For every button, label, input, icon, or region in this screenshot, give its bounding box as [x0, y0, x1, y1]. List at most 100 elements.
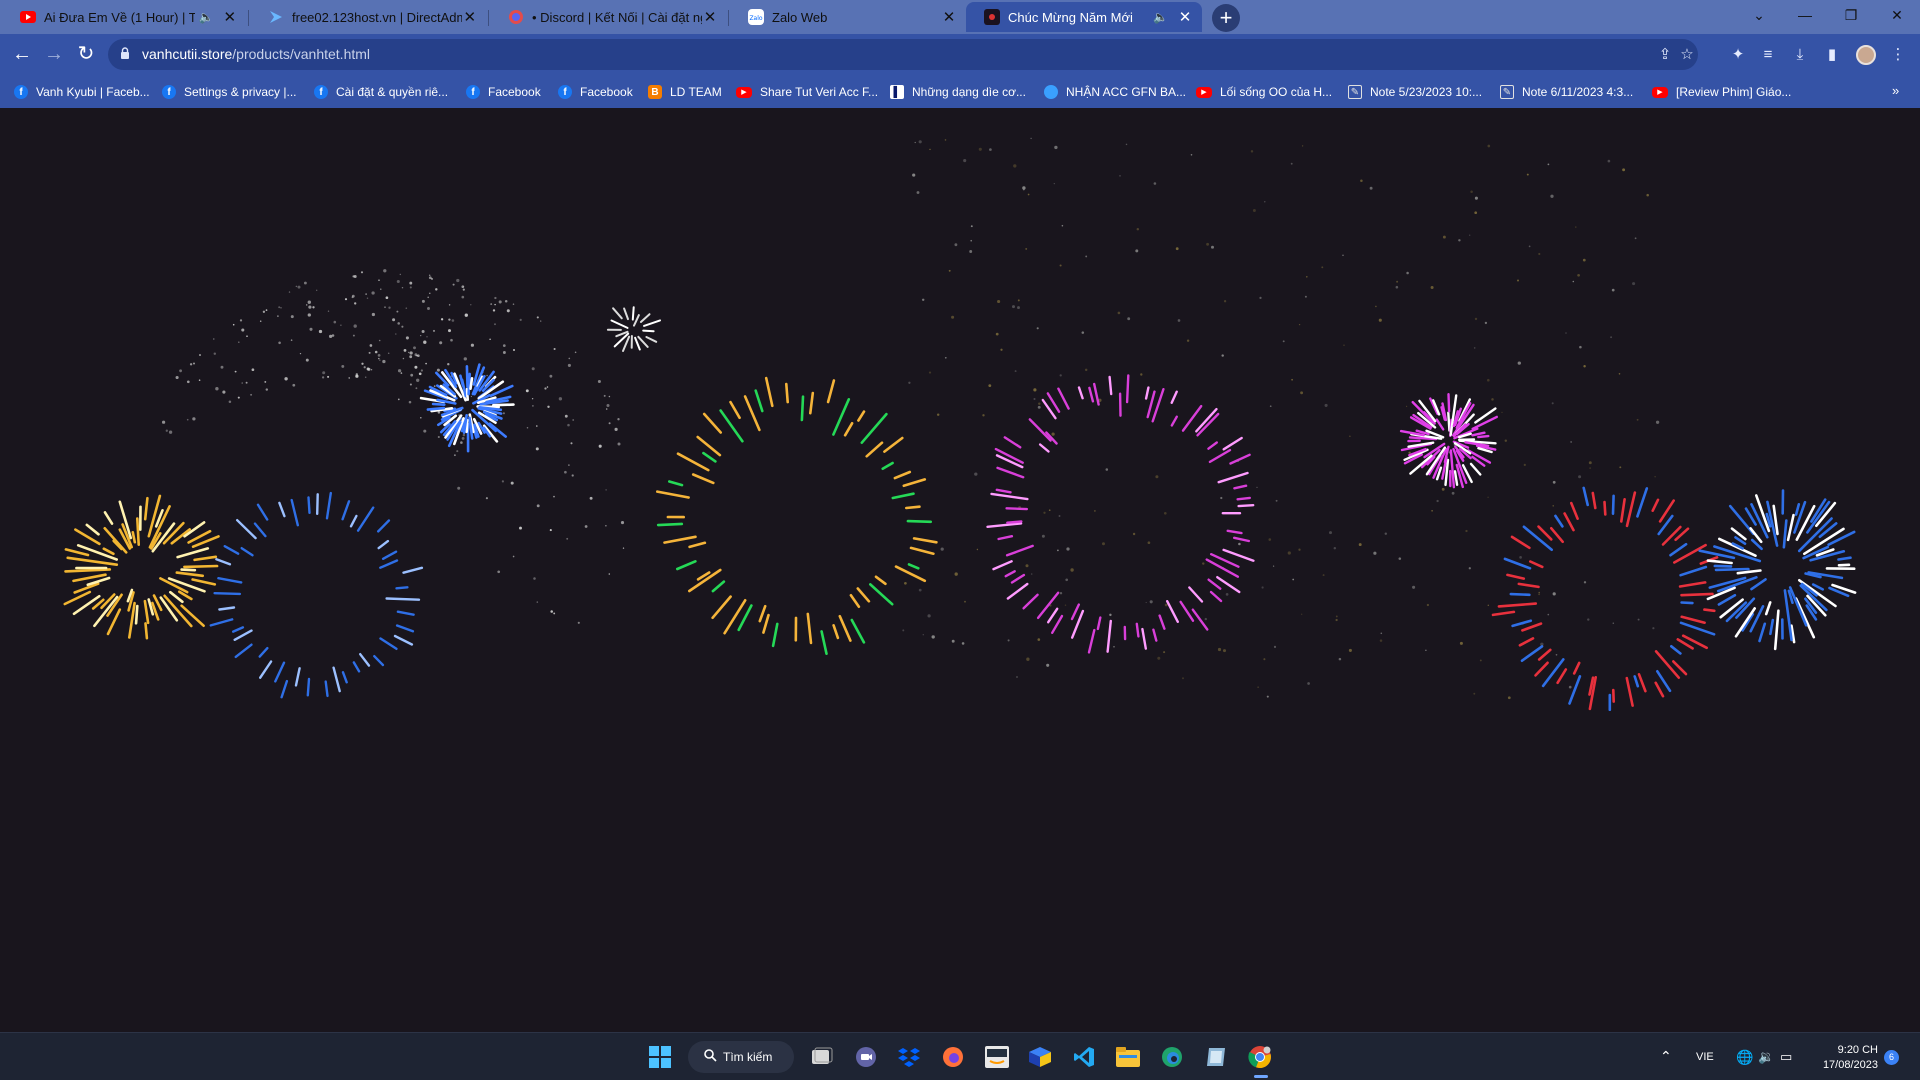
firework-spark [1088, 386, 1095, 403]
firework-spark [234, 643, 253, 659]
firefox-icon[interactable] [937, 1041, 969, 1073]
bookmark-item[interactable]: f Facebook [558, 83, 633, 101]
bookmark-item[interactable]: ✎ Note 5/23/2023 10:... [1348, 83, 1482, 101]
bookmark-item[interactable]: ▌ Những dạng dìe cơ... [890, 83, 1026, 101]
dust-particle [413, 346, 416, 350]
facebook-icon: f [14, 85, 28, 99]
dust-particle [547, 405, 550, 409]
tab-title: • Discord | Kết Nối | Cài đặt ngườ [532, 9, 702, 25]
close-icon[interactable]: ✕ [940, 8, 958, 26]
tab-chuc-mung-nam-moi[interactable]: Chúc Mừng Năm Mới 🔈 ✕ [966, 2, 1202, 32]
close-window-icon[interactable]: ✕ [1874, 0, 1920, 30]
notes-app-icon[interactable] [1200, 1041, 1232, 1073]
bookmark-item[interactable]: NHẬN ACC GFN BA... [1044, 83, 1186, 101]
bookmark-item[interactable]: ▶ Lối sống OO của H... [1196, 83, 1332, 101]
tab-youtube-music[interactable]: Ai Đưa Em Về (1 Hour) | Tim 🔈 ✕ [2, 2, 246, 32]
dust-particle [370, 369, 373, 371]
restore-icon[interactable]: ❐ [1828, 0, 1874, 30]
dust-particle [922, 633, 925, 636]
fireworks-canvas[interactable] [0, 108, 1920, 1032]
dust-particle [558, 397, 563, 401]
dust-particle [198, 379, 201, 382]
bookmark-label: NHẬN ACC GFN BA... [1066, 85, 1187, 99]
close-icon[interactable]: ✕ [1176, 8, 1194, 26]
dust-particle [1282, 340, 1285, 343]
firework-spark [1077, 386, 1084, 400]
dust-particle [327, 310, 330, 312]
vscode-icon[interactable] [1068, 1041, 1100, 1073]
chevron-right-icon[interactable]: » [1892, 83, 1899, 98]
back-arrow-icon[interactable]: ← [10, 43, 34, 67]
media-queue-icon[interactable]: ≡ [1758, 45, 1778, 65]
bookmark-item[interactable]: f Vanh Kyubi | Faceb... [14, 83, 150, 101]
dust-particle [1516, 279, 1520, 282]
bookmark-item[interactable]: B LD TEAM [648, 83, 722, 101]
bookmark-item[interactable]: f Settings & privacy |... [162, 83, 297, 101]
tab-directadmin[interactable]: free02.123host.vn | DirectAdmin ✕ [250, 2, 486, 32]
share-icon[interactable]: ⇪ [1656, 46, 1674, 64]
dust-particle [1412, 585, 1416, 589]
dust-particle [531, 398, 534, 400]
amazon-app-icon[interactable] [981, 1041, 1013, 1073]
firework-spark [820, 630, 828, 656]
dropbox-icon[interactable] [893, 1041, 925, 1073]
bookmark-item[interactable]: f Cài đặt & quyền riê... [314, 83, 448, 101]
clock[interactable]: 9:20 CH 17/08/2023 [1812, 1043, 1878, 1073]
dust-particle [452, 283, 455, 286]
network-globe-icon[interactable]: 🌐 [1736, 1049, 1753, 1066]
tab-search-chevron-icon[interactable]: ⌄ [1736, 0, 1782, 30]
profile-avatar[interactable] [1856, 45, 1876, 65]
reload-icon[interactable]: ↻ [74, 43, 98, 67]
language-indicator[interactable]: VIE [1696, 1051, 1714, 1063]
extensions-puzzle-icon[interactable]: ✦ [1728, 45, 1748, 65]
dust-particle [1259, 296, 1262, 300]
teams-chat-icon[interactable] [850, 1041, 882, 1073]
forward-arrow-icon[interactable]: → [42, 43, 66, 67]
bookmark-item[interactable]: ▶ Share Tut Veri Acc F... [736, 83, 878, 101]
address-bar[interactable]: vanhcutii.store/products/vanhtet.html ⇪ … [108, 39, 1698, 70]
firework-spark [655, 490, 690, 499]
download-icon[interactable]: ⤓ [1790, 45, 1810, 65]
close-icon[interactable]: ✕ [462, 8, 478, 26]
search-label: Tìm kiếm [723, 1050, 773, 1064]
kebab-menu-icon[interactable]: ⋮ [1888, 45, 1908, 65]
firework-spark [1786, 513, 1795, 542]
bookmark-item[interactable]: ▶ [Review Phim] Giáo... [1652, 83, 1791, 101]
firework-spark [1038, 443, 1050, 453]
tab-discord[interactable]: • Discord | Kết Nối | Cài đặt ngườ ✕ [490, 2, 726, 32]
dust-particle [371, 312, 376, 317]
firework-burst [1698, 489, 1857, 651]
dust-particle [385, 296, 389, 300]
tray-chevron-up-icon[interactable]: ⌃ [1660, 1048, 1672, 1065]
task-view-icon[interactable] [806, 1041, 838, 1073]
windows-start-icon[interactable] [644, 1041, 676, 1073]
bookmark-item[interactable]: ✎ Note 6/11/2023 4:3... [1500, 83, 1633, 101]
dust-particle [988, 384, 992, 388]
dust-particle [512, 348, 516, 352]
firework-spark [1510, 535, 1531, 550]
bookmark-item[interactable]: f Facebook [466, 83, 541, 101]
close-icon[interactable]: ✕ [702, 8, 718, 26]
close-icon[interactable]: ✕ [222, 8, 238, 26]
new-tab-button[interactable]: + [1212, 4, 1240, 32]
speaker-icon[interactable]: 🔈 [1153, 10, 1168, 24]
dust-particle [312, 306, 315, 309]
side-panel-icon[interactable]: ▮ [1822, 45, 1842, 65]
volume-icon[interactable]: 🔉 [1758, 1049, 1774, 1065]
chrome-icon[interactable] [1244, 1041, 1276, 1073]
firework-spark [1005, 544, 1034, 557]
minimize-icon[interactable]: — [1782, 0, 1828, 30]
notification-badge[interactable]: 6 [1884, 1050, 1899, 1065]
firework-spark [332, 666, 341, 693]
package-app-icon[interactable] [1024, 1041, 1056, 1073]
speaker-icon[interactable]: 🔈 [199, 10, 214, 24]
battery-icon[interactable]: ▭ [1780, 1049, 1792, 1065]
edge-icon[interactable] [1156, 1041, 1188, 1073]
dust-particle [228, 400, 232, 403]
bookmark-star-icon[interactable]: ☆ [1678, 46, 1696, 64]
taskbar-search-button[interactable]: Tìm kiếm [688, 1041, 794, 1073]
file-explorer-icon[interactable] [1112, 1041, 1144, 1073]
lock-icon [120, 47, 130, 65]
tab-zalo[interactable]: Zalo Zalo Web ✕ [730, 2, 966, 32]
dust-particle [378, 339, 381, 342]
